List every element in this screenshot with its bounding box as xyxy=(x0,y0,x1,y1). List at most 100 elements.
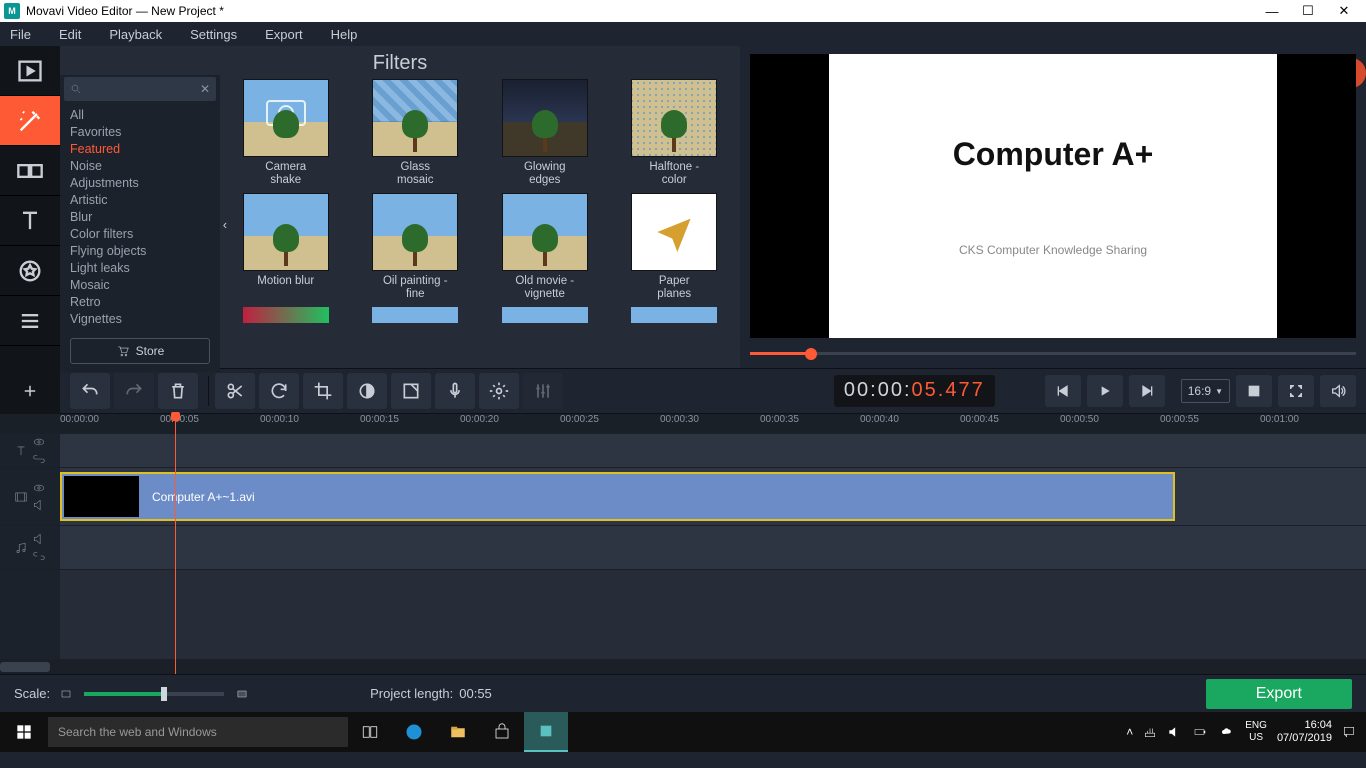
clear-search-icon[interactable]: ✕ xyxy=(200,82,210,96)
cat-vignettes[interactable]: Vignettes xyxy=(70,311,210,328)
zoom-in-icon[interactable] xyxy=(234,688,250,700)
eye-icon[interactable] xyxy=(32,481,46,495)
taskbar-search[interactable]: Search the web and Windows xyxy=(48,717,348,747)
filter-old-movie[interactable]: Old movie - vignette xyxy=(489,193,601,301)
next-frame-button[interactable] xyxy=(1129,375,1165,407)
cat-noise[interactable]: Noise xyxy=(70,158,210,175)
store-button[interactable]: Store xyxy=(70,338,210,364)
menu-playback[interactable]: Playback xyxy=(109,27,162,42)
fullscreen-button[interactable] xyxy=(1278,375,1314,407)
playhead[interactable] xyxy=(175,414,176,674)
undo-button[interactable] xyxy=(70,373,110,409)
play-button[interactable] xyxy=(1087,375,1123,407)
cat-all[interactable]: All xyxy=(70,107,210,124)
menu-help[interactable]: Help xyxy=(331,27,358,42)
menu-settings[interactable]: Settings xyxy=(190,27,237,42)
cat-colorfilters[interactable]: Color filters xyxy=(70,226,210,243)
tool-stickers[interactable] xyxy=(0,246,60,296)
tray-network-icon[interactable] xyxy=(1143,725,1157,739)
delete-button[interactable] xyxy=(158,373,198,409)
record-audio-button[interactable] xyxy=(435,373,475,409)
tool-filters[interactable] xyxy=(0,96,60,146)
zoom-out-icon[interactable] xyxy=(58,688,74,700)
color-button[interactable] xyxy=(347,373,387,409)
filter-paper-planes[interactable]: Paper planes xyxy=(619,193,731,301)
maximize-button[interactable]: ☐ xyxy=(1290,3,1326,19)
cat-featured[interactable]: Featured xyxy=(70,141,210,158)
cat-artistic[interactable]: Artistic xyxy=(70,192,210,209)
preview-title: Computer A+ xyxy=(953,136,1154,173)
tool-more[interactable] xyxy=(0,296,60,346)
tray-battery-icon[interactable] xyxy=(1191,726,1209,738)
scale-slider[interactable] xyxy=(84,692,224,696)
playhead-handle[interactable] xyxy=(171,412,180,421)
rotate-button[interactable] xyxy=(259,373,299,409)
clip-properties-button[interactable] xyxy=(391,373,431,409)
aspect-ratio-selector[interactable]: 16:9▼ xyxy=(1181,379,1230,403)
timeline-scrollbar[interactable] xyxy=(0,660,1366,674)
cat-blur[interactable]: Blur xyxy=(70,209,210,226)
video-preview[interactable]: Computer A+ CKS Computer Knowledge Shari… xyxy=(750,54,1356,338)
cat-flying[interactable]: Flying objects xyxy=(70,243,210,260)
film-icon xyxy=(16,57,44,85)
volume-button[interactable] xyxy=(1320,375,1356,407)
menu-file[interactable]: File xyxy=(10,27,31,42)
filter-glowing-edges[interactable]: Glowing edges xyxy=(489,79,601,187)
tool-titles[interactable] xyxy=(0,196,60,246)
tray-notifications-icon[interactable] xyxy=(1342,725,1356,739)
split-button[interactable] xyxy=(215,373,255,409)
filter-camera-shake[interactable]: Camera shake xyxy=(230,79,342,187)
crop-button[interactable] xyxy=(303,373,343,409)
speaker-icon[interactable] xyxy=(32,498,46,512)
taskbar-explorer[interactable] xyxy=(436,712,480,752)
audio-track[interactable] xyxy=(0,526,1366,570)
cat-lightleaks[interactable]: Light leaks xyxy=(70,260,210,277)
window-titlebar: M Movavi Video Editor — New Project * — … xyxy=(0,0,1366,22)
add-track-button[interactable] xyxy=(0,368,60,414)
taskbar-edge[interactable] xyxy=(392,712,436,752)
equalizer-button[interactable] xyxy=(523,373,563,409)
timeline-ruler[interactable]: 00:00:0000:00:0500:00:1000:00:1500:00:20… xyxy=(0,414,1366,434)
tray-volume-icon[interactable] xyxy=(1167,725,1181,739)
settings-button[interactable] xyxy=(479,373,519,409)
start-button[interactable] xyxy=(0,724,48,740)
filter-halftone[interactable]: Halftone - color xyxy=(619,79,731,187)
filter-glass-mosaic[interactable]: Glass mosaic xyxy=(360,79,472,187)
title-track[interactable] xyxy=(0,434,1366,468)
cat-retro[interactable]: Retro xyxy=(70,294,210,311)
tray-clock[interactable]: 16:0407/07/2019 xyxy=(1277,719,1332,745)
tray-language[interactable]: ENGUS xyxy=(1245,720,1267,744)
menu-export[interactable]: Export xyxy=(265,27,303,42)
filter-motion-blur[interactable]: Motion blur xyxy=(230,193,342,301)
seek-knob[interactable] xyxy=(805,348,817,360)
seek-bar[interactable] xyxy=(750,344,1356,362)
preview-subtitle: CKS Computer Knowledge Sharing xyxy=(959,243,1147,257)
task-view-button[interactable] xyxy=(348,712,392,752)
collapse-categories[interactable]: ‹ xyxy=(220,205,230,245)
filter-search[interactable]: ✕ xyxy=(64,77,216,101)
minimize-button[interactable]: — xyxy=(1254,4,1290,19)
eye-icon[interactable] xyxy=(32,435,46,449)
speaker-icon[interactable] xyxy=(32,532,46,546)
link-icon[interactable] xyxy=(32,452,46,466)
video-clip[interactable]: Computer A+~1.avi xyxy=(60,472,1175,521)
detach-preview-button[interactable] xyxy=(1236,375,1272,407)
cat-mosaic[interactable]: Mosaic xyxy=(70,277,210,294)
prev-frame-button[interactable] xyxy=(1045,375,1081,407)
video-track[interactable]: Computer A+~1.avi xyxy=(0,468,1366,526)
menu-edit[interactable]: Edit xyxy=(59,27,81,42)
close-button[interactable]: ✕ xyxy=(1326,3,1362,19)
cat-favorites[interactable]: Favorites xyxy=(70,124,210,141)
redo-button[interactable] xyxy=(114,373,154,409)
tray-onedrive-icon[interactable] xyxy=(1219,726,1235,738)
tool-import[interactable] xyxy=(0,46,60,96)
tool-transitions[interactable] xyxy=(0,146,60,196)
taskbar-store[interactable] xyxy=(480,712,524,752)
export-button[interactable]: Export xyxy=(1206,679,1352,709)
tray-chevron-icon[interactable]: ˄ xyxy=(1126,725,1133,739)
window-title: Movavi Video Editor — New Project * xyxy=(26,4,224,18)
taskbar-movavi[interactable] xyxy=(524,712,568,752)
filter-oil-painting[interactable]: Oil painting - fine xyxy=(360,193,472,301)
unlink-icon[interactable] xyxy=(32,549,46,563)
cat-adjustments[interactable]: Adjustments xyxy=(70,175,210,192)
